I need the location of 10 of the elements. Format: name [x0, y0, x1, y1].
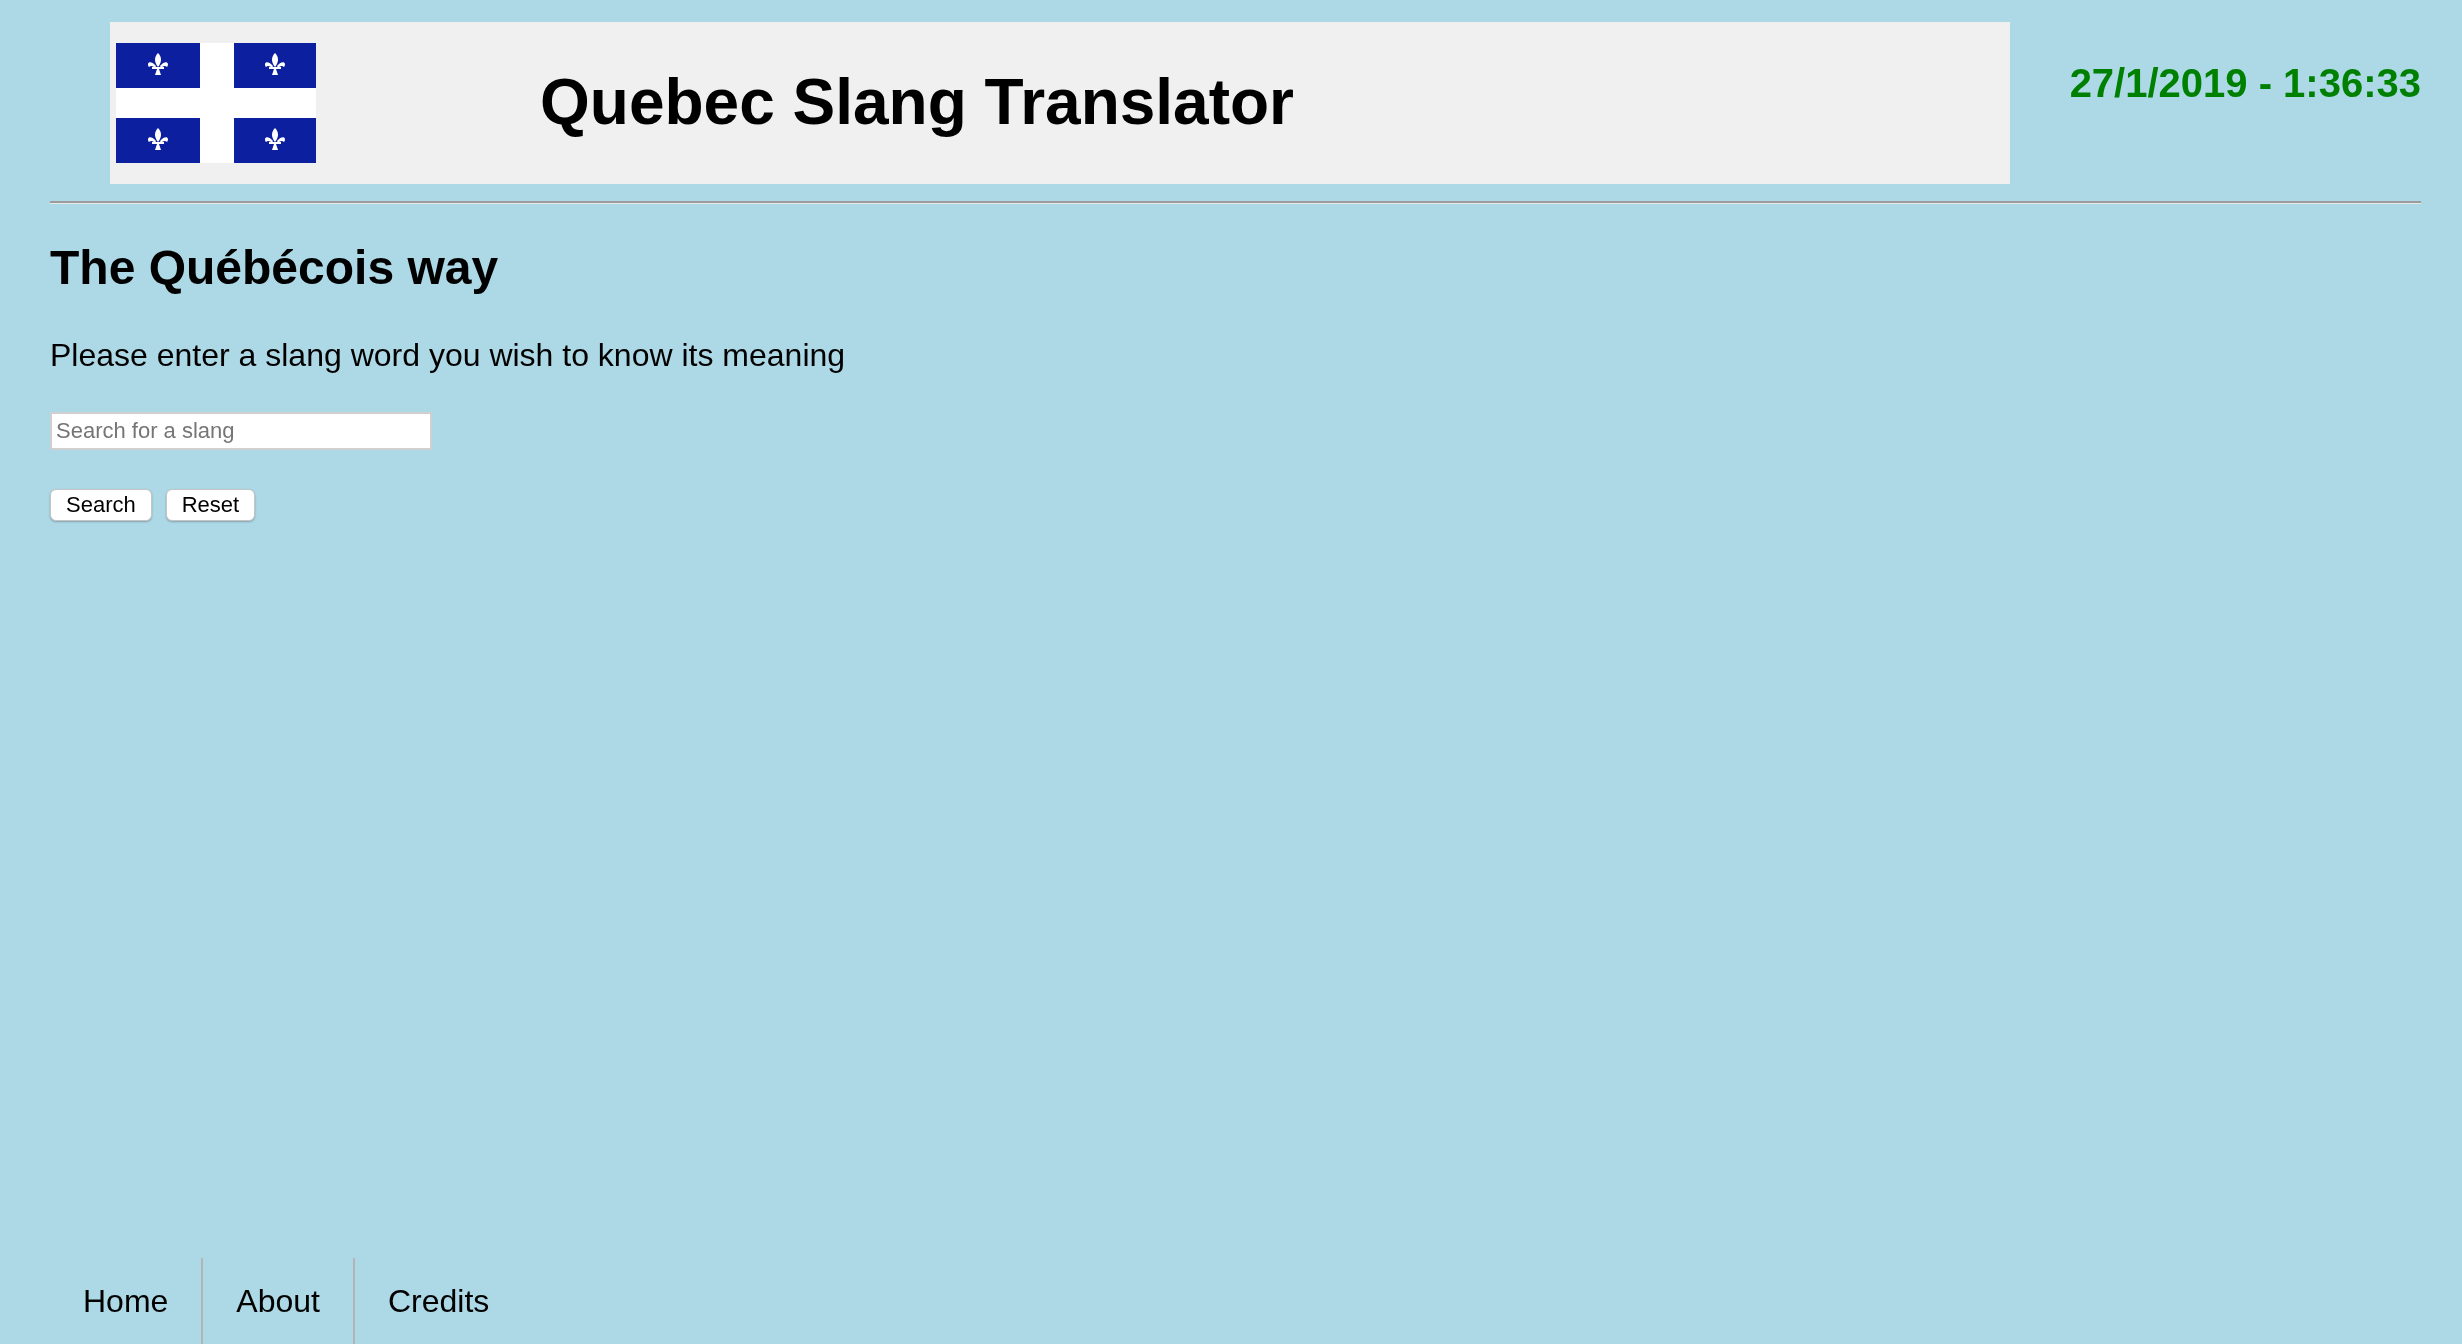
nav-link[interactable]: Credits — [355, 1258, 523, 1344]
instruction-text: Please enter a slang word you wish to know its meaning — [50, 337, 846, 374]
section-heading: The Québécois way — [50, 240, 499, 296]
search-field[interactable]: Search for a slang — [50, 412, 432, 450]
nav-link[interactable]: About — [203, 1258, 355, 1344]
search-button[interactable]: Search — [50, 489, 152, 521]
nav-link[interactable]: Home — [50, 1258, 204, 1344]
reset-button[interactable]: Reset — [165, 489, 256, 521]
page-title: Quebec Slang Translator — [540, 66, 1294, 140]
date-time: 27/1/2019 - 1:36:33 — [2069, 60, 2421, 106]
